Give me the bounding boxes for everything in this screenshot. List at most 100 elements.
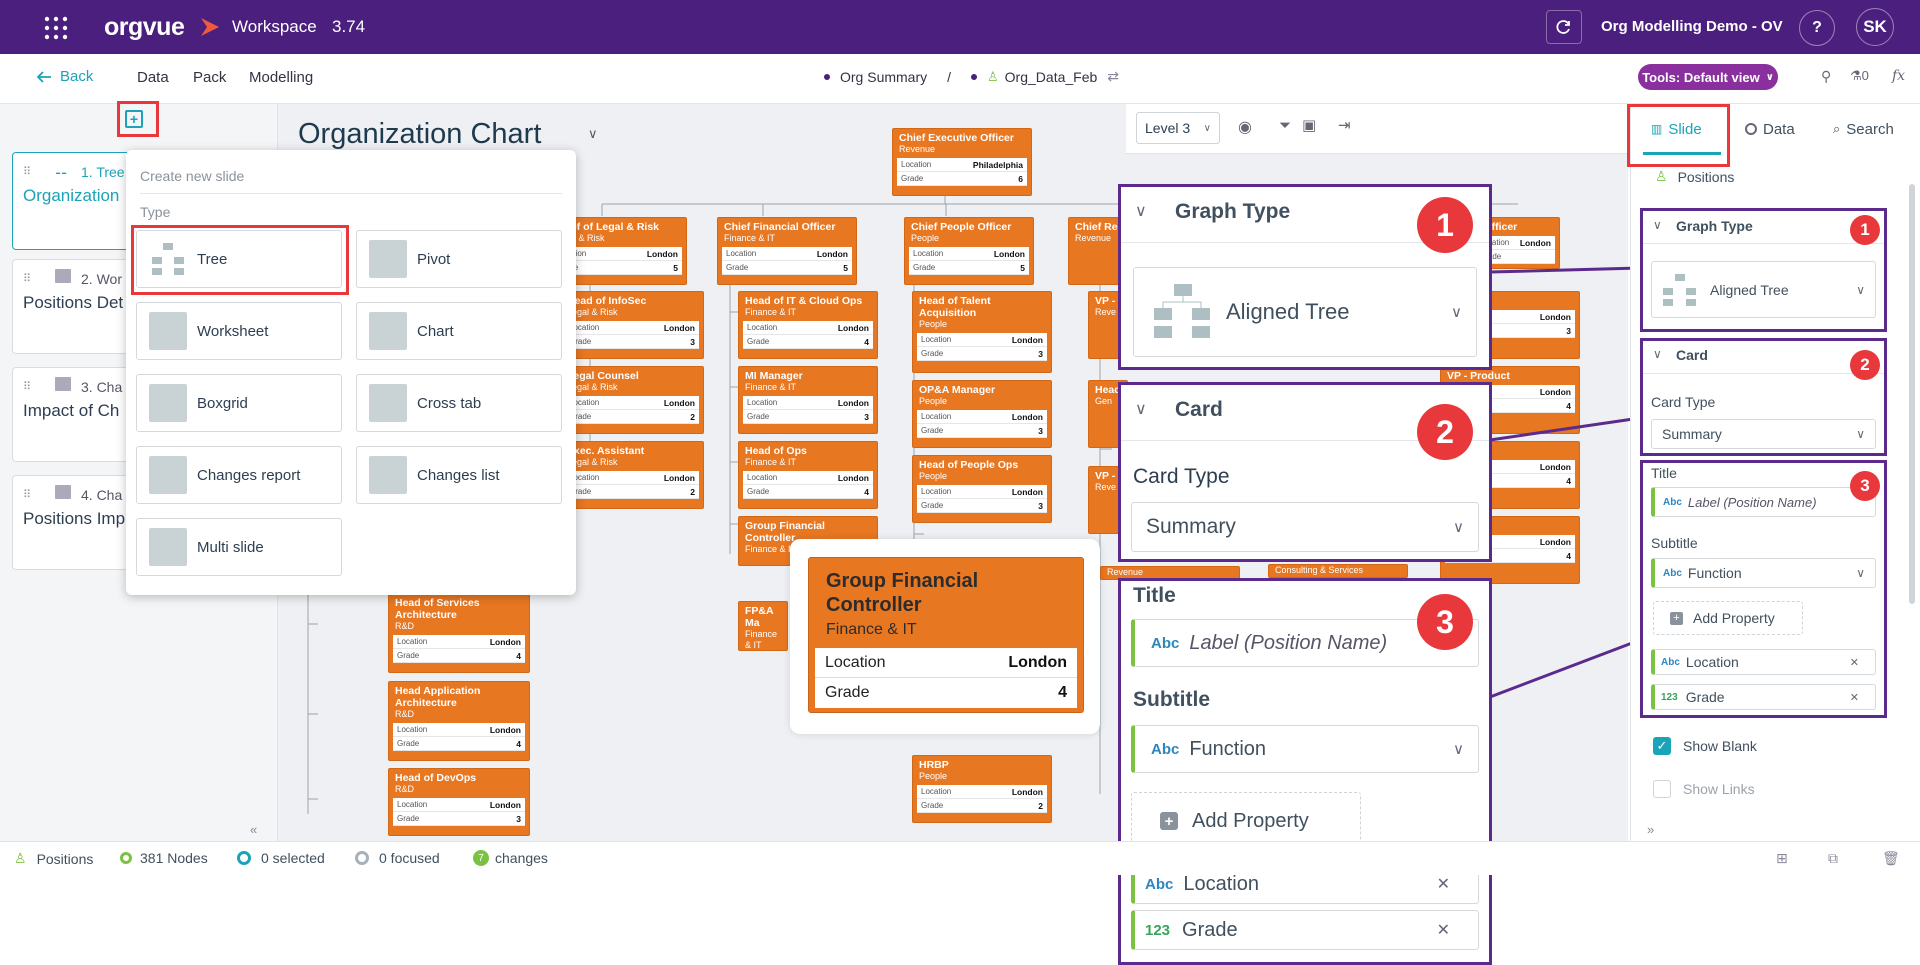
callout-card[interactable]: Group Financial Controller Finance & IT … <box>808 557 1084 713</box>
chevron-down-icon[interactable]: ∨ <box>1653 347 1662 361</box>
show-links-row[interactable]: Show Links <box>1653 780 1755 798</box>
drag-handle-icon[interactable]: ⠿ <box>23 272 31 285</box>
status-changes-label: changes <box>495 850 548 866</box>
expand-right-icon[interactable]: » <box>1647 822 1654 837</box>
export-icon[interactable]: ⇥ <box>1338 116 1351 134</box>
refresh-button[interactable] <box>1546 10 1582 44</box>
option-worksheet[interactable]: Worksheet <box>136 302 342 360</box>
pin-icon[interactable]: ⚲ <box>1821 68 1831 85</box>
flask-icon[interactable]: ⚗0 <box>1850 68 1869 84</box>
rp-add-property-button[interactable]: + Add Property <box>1653 601 1803 635</box>
org-card[interactable]: Head of InfoSec Legal & Risk Location Londo… <box>560 291 704 359</box>
org-card[interactable]: Head of Services Architecture R&D Location… <box>388 593 530 673</box>
close-icon[interactable]: ✕ <box>1850 656 1859 669</box>
org-card[interactable]: Exec. Assistant Legal & Risk Location Londo… <box>560 441 704 509</box>
close-icon[interactable]: ✕ <box>1437 874 1450 894</box>
demo-name[interactable]: Org Modelling Demo - OV <box>1601 18 1783 35</box>
tab-data[interactable]: Data <box>1745 114 1795 144</box>
status-focused[interactable]: 0 focused <box>355 850 440 866</box>
collapse-left-icon[interactable]: « <box>250 822 257 837</box>
chevron-down-icon[interactable]: ∨ <box>1135 201 1147 221</box>
org-card[interactable]: FP&A Ma Finance & IT <box>738 601 788 651</box>
option-boxgrid[interactable]: Boxgrid <box>136 374 342 432</box>
sync-icon[interactable]: ⇄ <box>1107 68 1119 85</box>
palette-icon[interactable]: ◉ <box>1238 117 1252 137</box>
back-button[interactable]: Back <box>36 68 93 85</box>
zoom-graph-type-select[interactable]: Aligned Tree ∨ <box>1133 267 1477 357</box>
trash-icon[interactable]: 🗑 <box>1882 850 1900 867</box>
option-changes-report[interactable]: Changes report <box>136 446 342 504</box>
tools-dropdown[interactable]: Tools: Default view ∨ <box>1638 64 1778 90</box>
fx-button[interactable]: fx <box>1892 68 1905 84</box>
org-card[interactable]: Chief Financial Officer Finance & IT Locat… <box>717 217 857 285</box>
option-cross-tab[interactable]: Cross tab <box>356 374 562 432</box>
zoom-grade-field[interactable]: 123 Grade ✕ <box>1131 910 1479 950</box>
sub-bar: Back Data Pack Modelling Org Summary / ♙… <box>0 54 1920 104</box>
org-card[interactable]: Head of Ops Finance & IT Location London Gra… <box>738 441 878 509</box>
org-card[interactable]: MI Manager Finance & IT Location London Grad… <box>738 366 878 434</box>
show-blank-row[interactable]: ✓ Show Blank <box>1653 737 1757 755</box>
breadcrumb-org-data[interactable]: Org_Data_Feb <box>1005 69 1098 85</box>
org-card[interactable]: Head of Talent Acquisition People Location… <box>912 291 1052 373</box>
checkbox-icon[interactable] <box>1653 780 1671 798</box>
scrollbar[interactable] <box>1909 184 1915 604</box>
rp-graph-type-select[interactable]: Aligned Tree ∨ <box>1651 261 1876 318</box>
breadcrumb-org-summary[interactable]: Org Summary <box>840 69 927 85</box>
rp-card-type-select[interactable]: Summary ∨ <box>1651 419 1876 449</box>
tab-search[interactable]: ⌕ Search <box>1833 114 1894 144</box>
level-select[interactable]: Level 3 ∨ <box>1136 112 1220 144</box>
help-button[interactable]: ? <box>1799 10 1835 46</box>
app-logo[interactable]: orgvue <box>104 13 185 42</box>
drag-handle-icon[interactable]: ⠿ <box>23 488 31 501</box>
option-chart[interactable]: Chart <box>356 302 562 360</box>
close-icon[interactable]: ✕ <box>1437 920 1450 940</box>
card-location-value: London <box>1011 411 1043 422</box>
status-positions[interactable]: ♙ Positions <box>14 850 93 867</box>
chevron-down-icon[interactable]: ∨ <box>1135 399 1147 419</box>
avatar[interactable]: SK <box>1856 8 1894 46</box>
option-changes-list[interactable]: Changes list <box>356 446 562 504</box>
option-multi-slide[interactable]: Multi slide <box>136 518 342 576</box>
org-card[interactable]: Chief People Officer People Location London… <box>904 217 1034 285</box>
option-pivot[interactable]: Pivot <box>356 230 562 288</box>
apps-grid-icon[interactable] <box>44 16 68 40</box>
rp-card-label: Card <box>1676 347 1708 363</box>
card-subtitle: People <box>919 396 948 406</box>
org-card[interactable]: HRBP People Location London Grade 2 <box>912 755 1052 823</box>
org-card[interactable]: Head of DevOps R&D Location London Grade 3 <box>388 768 530 836</box>
org-card[interactable]: Head of IT & Cloud Ops Finance & IT Locati… <box>738 291 878 359</box>
rp-location-field[interactable]: Abc Location ✕ <box>1651 649 1876 675</box>
zoom-subtitle-field[interactable]: Abc Function ∨ <box>1131 725 1479 773</box>
card-title: Head Application Architecture <box>395 685 481 709</box>
nav-modelling[interactable]: Modelling <box>249 69 313 86</box>
card-fields: Location London Grade 3 <box>913 333 1051 361</box>
org-card[interactable]: Chief Executive Officer Revenue Location Ph… <box>892 128 1032 196</box>
status-selected[interactable]: 0 selected <box>237 850 325 866</box>
nodes-icon <box>120 852 132 864</box>
status-changes[interactable]: 7 changes <box>473 850 548 866</box>
slide-tab-highlight <box>1627 104 1730 167</box>
nav-data[interactable]: Data <box>137 69 169 86</box>
checkbox-checked-icon[interactable]: ✓ <box>1653 737 1671 755</box>
layers-icon[interactable]: ▣ <box>1302 116 1316 134</box>
org-card[interactable]: OP&A Manager People Location London Grade 3 <box>912 380 1052 448</box>
chevron-down-icon[interactable]: ∨ <box>1653 218 1662 232</box>
rp-grade-field[interactable]: 123 Grade ✕ <box>1651 684 1876 710</box>
org-card-partial[interactable]: Consulting & Services <box>1268 564 1408 578</box>
duplicate-icon[interactable]: ⧉ <box>1828 850 1838 867</box>
filter-icon[interactable]: ⏷ <box>1279 117 1291 134</box>
close-icon[interactable]: ✕ <box>1850 691 1859 704</box>
rp-subtitle-field[interactable]: Abc Function ∨ <box>1651 558 1876 588</box>
nav-pack[interactable]: Pack <box>193 69 226 86</box>
zoom-card-type-select[interactable]: Summary ∨ <box>1131 502 1479 552</box>
add-icon[interactable]: ⊞ <box>1776 850 1788 867</box>
drag-handle-icon[interactable]: ⠿ <box>23 165 31 178</box>
card-grade-value: 3 <box>690 336 695 347</box>
org-card[interactable]: Head of People Ops People Location London Gr… <box>912 455 1052 523</box>
positions-row[interactable]: ♙ Positions <box>1655 168 1734 185</box>
org-card[interactable]: Head Application Architecture R&D Location… <box>388 681 530 761</box>
org-card[interactable]: Legal Counsel Legal & Risk Location London G… <box>560 366 704 434</box>
rp-title-field[interactable]: Abc Label (Position Name) <box>1651 487 1876 517</box>
drag-handle-icon[interactable]: ⠿ <box>23 380 31 393</box>
tab-data-label: Data <box>1763 120 1795 138</box>
